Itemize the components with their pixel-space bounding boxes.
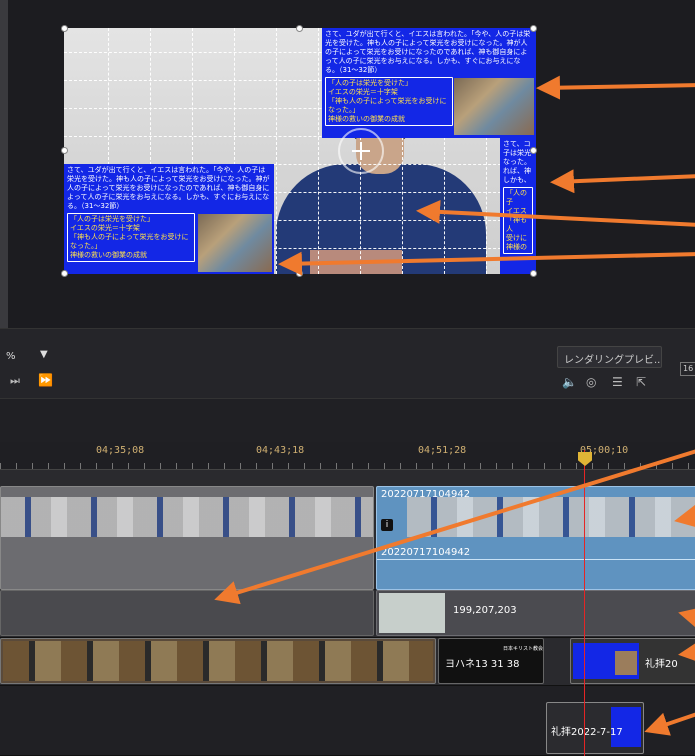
resize-handle[interactable] xyxy=(296,25,303,32)
volume-icon[interactable]: 🔈 xyxy=(562,375,577,389)
video-clip[interactable] xyxy=(0,486,374,590)
panel-divider xyxy=(0,0,8,328)
preview-panel: さて、ユダが出て行くと、イエスは言われた。「今や、人の子は栄光を受けた。神も人の… xyxy=(0,0,695,328)
clip-name: 礼拝20 xyxy=(645,659,678,670)
title-clip[interactable]: 礼拝2022-7-17 xyxy=(546,702,644,754)
resize-handle[interactable] xyxy=(61,147,68,154)
caption-body: さて、コ 子は栄光 なった。 れば、神 しかも、 xyxy=(503,140,531,184)
grid-line xyxy=(318,28,319,274)
timeline-toolbar xyxy=(0,398,695,442)
clip-thumbnails xyxy=(1,497,373,537)
caption-highlight-box: 「人の子は栄光を受けた」 イエスの栄光＝十字架 「神も人の子によって栄光をお受け… xyxy=(67,213,195,262)
timecode-label: 04;51;28 xyxy=(418,445,467,456)
timecode-label: 04;35;08 xyxy=(96,445,145,456)
image-clip[interactable] xyxy=(0,638,436,684)
aspect-ratio-button[interactable]: 16 xyxy=(680,362,695,376)
caption-overlay-right[interactable]: さて、コ 子は栄光 なった。 れば、神 しかも、 「人の子 イエス 「神も人 受… xyxy=(500,138,536,274)
clip-name: 199,207,203 xyxy=(453,605,517,616)
clip-thumbnails xyxy=(3,641,433,681)
camera-icon[interactable]: ◎ xyxy=(586,375,596,389)
zoom-level[interactable]: % xyxy=(6,351,16,362)
resize-handle[interactable] xyxy=(61,25,68,32)
desk xyxy=(310,250,402,274)
color-clip[interactable] xyxy=(0,590,374,636)
caption-body: さて、ユダが出て行くと、イエスは言われた。「今や、人の子は栄光を受けた。神も人の… xyxy=(325,30,531,74)
popout-icon[interactable]: ⇱ xyxy=(636,375,646,389)
preview-controls: % ▼ ⏭ ⏩ レンダリングプレビ... 🔈 ◎ ☰ ⇱ 16 xyxy=(0,328,695,398)
caption-overlay-top[interactable]: さて、ユダが出て行くと、イエスは言われた。「今や、人の子は栄光を受けた。神も人の… xyxy=(322,28,536,138)
timeline-tracks: 20220717104942 i 20220717104942 199,207,… xyxy=(0,470,695,756)
color-clip[interactable]: 199,207,203 xyxy=(376,590,695,636)
grid-line xyxy=(276,28,277,274)
resize-handle[interactable] xyxy=(296,270,303,277)
timecode-label: 04;43;18 xyxy=(256,445,305,456)
caption-body: さて、ユダが出て行くと、イエスは言われた。「今や、人の子は栄光を受けた。神も人の… xyxy=(67,166,270,210)
caption-thumbnail-image xyxy=(454,78,534,135)
caption-highlight-box: 「人の子は栄光を受けた」 イエスの栄光＝十字架 「神も人の子によって栄光をお受け… xyxy=(325,77,453,126)
title-clip[interactable]: ヨハネ13 31 38 日本キリスト教会 xyxy=(438,638,544,684)
preview-canvas[interactable]: さて、ユダが出て行くと、イエスは言われた。「今や、人の子は栄光を受けた。神も人の… xyxy=(64,28,536,274)
chevron-down-icon[interactable]: ▼ xyxy=(40,349,48,360)
resize-handle[interactable] xyxy=(61,270,68,277)
resize-handle[interactable] xyxy=(530,270,537,277)
clip-name: ヨハネ13 31 38 xyxy=(445,659,520,670)
clip-name: 20220717104942 xyxy=(381,489,471,500)
fast-forward-icon[interactable]: ⏩ xyxy=(38,373,53,387)
clip-subtext: 日本キリスト教会 xyxy=(503,646,544,652)
clip-thumbnail xyxy=(573,643,639,679)
resize-handle[interactable] xyxy=(530,25,537,32)
clip-thumbnails xyxy=(407,497,695,537)
title-clip[interactable]: 礼拝20 xyxy=(570,638,695,684)
color-swatch xyxy=(379,593,445,633)
clip-name: 礼拝2022-7-17 xyxy=(551,727,623,738)
ruler-ticks xyxy=(0,463,695,469)
volume-line[interactable] xyxy=(377,559,695,585)
subtitle-icon[interactable]: ☰ xyxy=(612,375,623,389)
resize-handle[interactable] xyxy=(530,147,537,154)
caption-highlight-box: 「人の子 イエス 「神も人 受けに 神様の xyxy=(503,187,533,254)
playhead[interactable] xyxy=(584,450,585,756)
caption-thumbnail-image xyxy=(198,214,272,272)
video-clip-selected[interactable]: 20220717104942 i 20220717104942 xyxy=(376,486,695,590)
step-frame-icon[interactable]: ⏭ xyxy=(10,374,20,388)
info-icon[interactable]: i xyxy=(381,519,393,531)
caption-overlay-left[interactable]: さて、ユダが出て行くと、イエスは言われた。「今や、人の子は栄光を受けた。神も人の… xyxy=(64,164,274,274)
move-cursor-icon[interactable] xyxy=(338,128,384,174)
audio-clip-name: 20220717104942 xyxy=(381,547,471,558)
render-preview-button[interactable]: レンダリングプレビ... xyxy=(557,346,662,368)
